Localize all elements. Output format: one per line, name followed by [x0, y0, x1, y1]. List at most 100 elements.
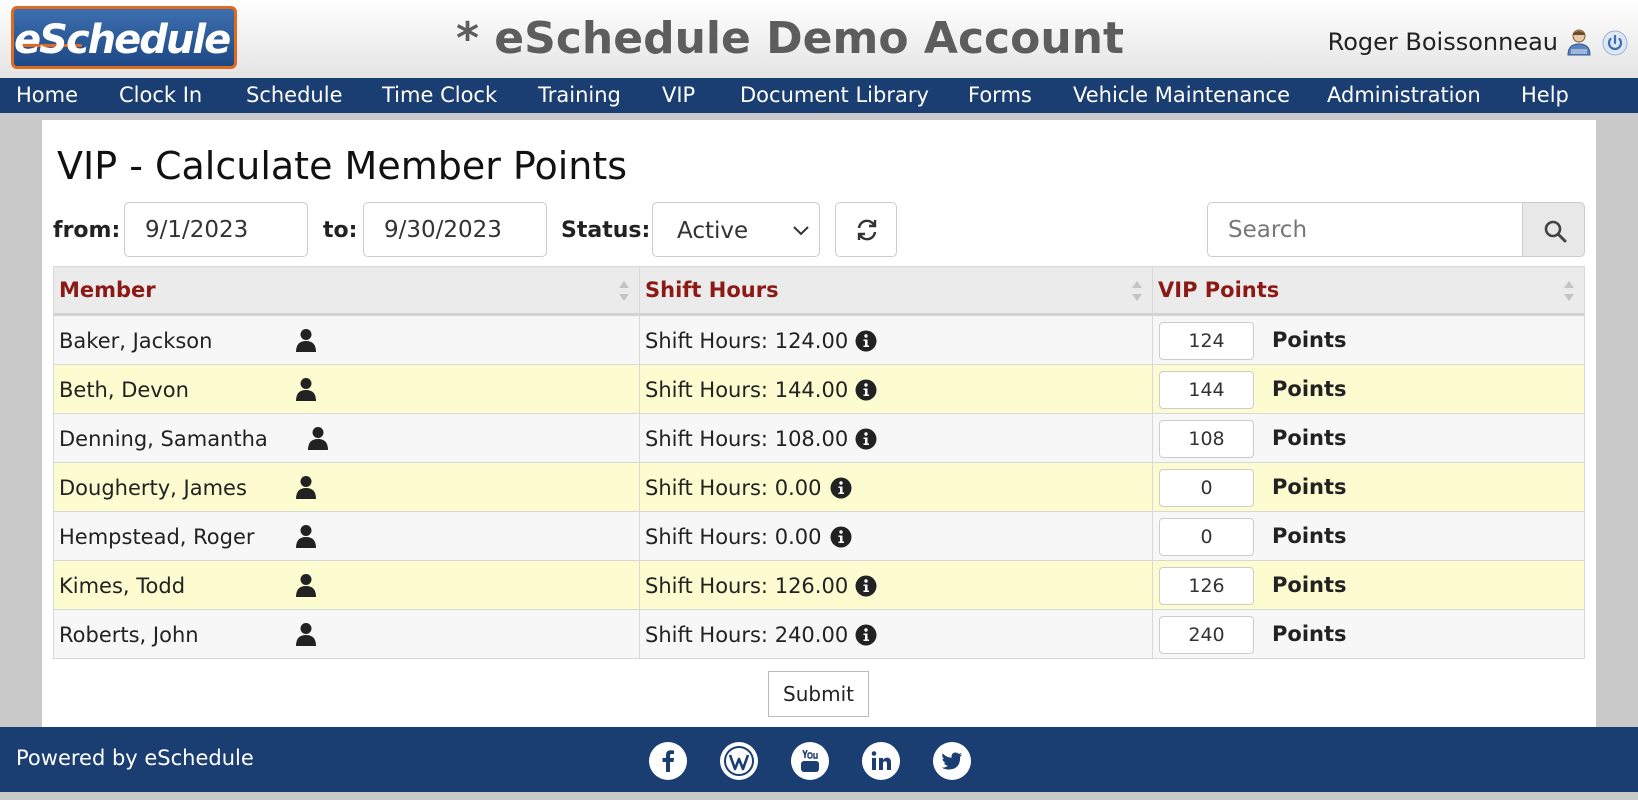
info-icon[interactable] [855, 575, 877, 597]
table-row: Beth, Devon Shift Hours: 144.00 Points [53, 365, 1585, 414]
from-label: from: [53, 218, 121, 243]
search-button[interactable] [1522, 202, 1585, 257]
nav-item-help[interactable]: Help [1521, 78, 1569, 113]
facebook-icon[interactable] [648, 741, 688, 781]
to-label: to: [323, 218, 358, 243]
info-icon[interactable] [830, 477, 852, 499]
shift-hours-prefix: Shift Hours: [645, 525, 769, 549]
vip-points-cell: Points [1153, 463, 1584, 511]
shift-hours-prefix: Shift Hours: [645, 427, 769, 451]
main-nav: Home Clock In Schedule Time Clock Traini… [0, 78, 1638, 113]
column-header-vip-points[interactable]: VIP Points [1153, 267, 1584, 314]
column-header-label: VIP Points [1158, 278, 1280, 302]
search-icon [1544, 220, 1567, 243]
points-label: Points [1272, 622, 1347, 646]
shift-hours-prefix: Shift Hours: [645, 574, 769, 598]
table-body: Baker, JacksonShift Hours: 124.00PointsB… [53, 316, 1585, 659]
nav-item-vip[interactable]: VIP [662, 78, 695, 113]
points-input[interactable] [1159, 322, 1254, 360]
shift-hours-cell: Shift Hours: 124.00 [640, 316, 1153, 364]
member-cell: Beth, Devon [54, 365, 640, 413]
vip-points-cell: Points [1153, 414, 1584, 462]
user-profile-icon[interactable] [295, 475, 317, 499]
nav-item-administration[interactable]: Administration [1327, 78, 1481, 113]
points-label: Points [1272, 524, 1347, 548]
info-icon[interactable] [855, 624, 877, 646]
linkedin-icon[interactable] [861, 741, 901, 781]
refresh-button[interactable] [835, 202, 897, 257]
member-cell: Dougherty, James [54, 463, 640, 511]
nav-item-clock-in[interactable]: Clock In [119, 78, 202, 113]
status-select[interactable]: Active [652, 202, 820, 257]
user-profile-icon[interactable] [307, 426, 329, 450]
shift-hours-value: 0.00 [774, 525, 822, 549]
shift-hours-text: Shift Hours: 108.00 [645, 426, 848, 452]
user-profile-icon[interactable] [295, 328, 317, 352]
youtube-icon[interactable] [790, 741, 830, 781]
points-input[interactable] [1159, 567, 1254, 605]
nav-item-forms[interactable]: Forms [968, 78, 1032, 113]
search-input[interactable] [1207, 202, 1523, 257]
chevron-down-icon [793, 226, 809, 236]
shift-hours-cell: Shift Hours: 108.00 [640, 414, 1153, 462]
nav-item-schedule[interactable]: Schedule [246, 78, 343, 113]
member-name: Denning, Samantha [59, 427, 268, 451]
user-profile-icon[interactable] [295, 573, 317, 597]
points-input[interactable] [1159, 371, 1254, 409]
member-name: Hempstead, Roger [59, 525, 255, 549]
wordpress-icon[interactable] [719, 741, 759, 781]
sort-icon [1564, 281, 1574, 301]
nav-item-time-clock[interactable]: Time Clock [382, 78, 497, 113]
user-avatar-icon[interactable] [1566, 28, 1592, 56]
table-row: Baker, Jackson Shift Hours: 124.00 Points [53, 316, 1585, 365]
submit-button[interactable]: Submit [768, 671, 869, 717]
table-row: Hempstead, Roger Shift Hours: 0.00 Points [53, 512, 1585, 561]
points-input[interactable] [1159, 469, 1254, 507]
refresh-icon [857, 219, 877, 241]
member-name: Kimes, Todd [59, 574, 186, 598]
info-icon[interactable] [830, 526, 852, 548]
table-row: Dougherty, James Shift Hours: 0.00 Points [53, 463, 1585, 512]
column-header-member[interactable]: Member [54, 267, 640, 314]
member-name: Baker, Jackson [59, 329, 213, 353]
points-input[interactable] [1159, 616, 1254, 654]
shift-hours-text: Shift Hours: 240.00 [645, 622, 848, 648]
shift-hours-text: Shift Hours: 126.00 [645, 573, 848, 599]
shift-hours-prefix: Shift Hours: [645, 378, 769, 402]
user-profile-icon[interactable] [295, 524, 317, 548]
shift-hours-prefix: Shift Hours: [645, 476, 769, 500]
user-name[interactable]: Roger Boissonneau [1328, 26, 1558, 58]
member-name: Dougherty, James [59, 476, 247, 500]
status-select-value: Active [677, 218, 749, 244]
shift-hours-text: Shift Hours: 0.00 [645, 524, 821, 550]
page-title: VIP - Calculate Member Points [57, 144, 628, 188]
power-icon[interactable] [1602, 30, 1628, 56]
column-header-shift-hours[interactable]: Shift Hours [640, 267, 1153, 314]
twitter-icon[interactable] [932, 741, 972, 781]
table-row: Roberts, John Shift Hours: 240.00 Points [53, 610, 1585, 659]
shift-hours-cell: Shift Hours: 0.00 [640, 512, 1153, 560]
powered-by-text: Powered by eSchedule [16, 746, 254, 770]
user-profile-icon[interactable] [295, 622, 317, 646]
table-row: Kimes, Todd Shift Hours: 126.00 Points [53, 561, 1585, 610]
to-date-input[interactable] [363, 202, 547, 257]
points-input[interactable] [1159, 420, 1254, 458]
points-input[interactable] [1159, 518, 1254, 556]
sort-icon [1132, 281, 1142, 301]
member-cell: Hempstead, Roger [54, 512, 640, 560]
nav-item-home[interactable]: Home [16, 78, 78, 113]
info-icon[interactable] [855, 330, 877, 352]
nav-item-training[interactable]: Training [538, 78, 621, 113]
points-label: Points [1272, 426, 1347, 450]
user-profile-icon[interactable] [295, 377, 317, 401]
nav-item-document-library[interactable]: Document Library [740, 78, 929, 113]
table-row: Denning, Samantha Shift Hours: 108.00 Poin… [53, 414, 1585, 463]
app-header: eSchedule * eSchedule Demo Account Roger… [0, 0, 1638, 78]
info-icon[interactable] [855, 379, 877, 401]
from-date-input[interactable] [124, 202, 308, 257]
shift-hours-value: 126.00 [774, 574, 849, 598]
shift-hours-prefix: Shift Hours: [645, 623, 769, 647]
info-icon[interactable] [855, 428, 877, 450]
nav-item-vehicle-maintenance[interactable]: Vehicle Maintenance [1073, 78, 1290, 113]
vip-points-cell: Points [1153, 316, 1584, 364]
